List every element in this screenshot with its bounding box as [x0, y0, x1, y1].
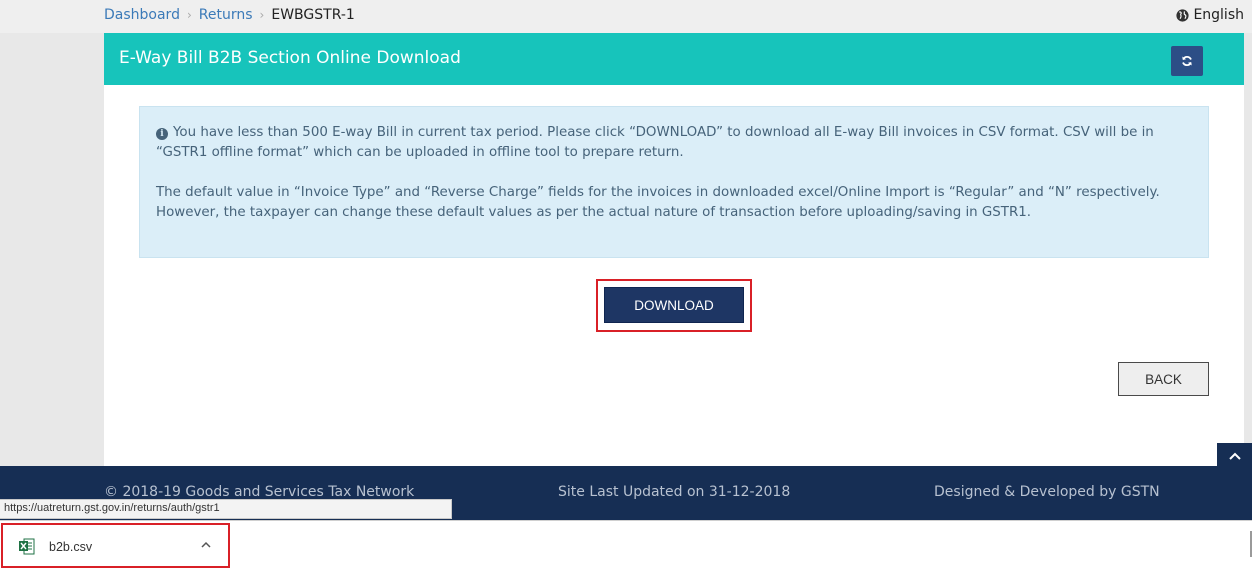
download-item[interactable]: b2b.csv [1, 523, 230, 568]
top-bar: Dashboard › Returns › EWBGSTR-1 English [0, 0, 1252, 33]
chevron-up-icon[interactable] [201, 541, 211, 548]
refresh-icon [1182, 55, 1192, 67]
download-panel: E-Way Bill B2B Section Online Download i… [104, 33, 1244, 466]
excel-file-icon [19, 538, 35, 555]
download-shelf: b2b.csv [0, 520, 1252, 568]
footer-last-updated: Site Last Updated on 31-12-2018 [558, 484, 791, 500]
breadcrumb-separator: › [186, 8, 192, 22]
info-text-1: You have less than 500 E-way Bill in cur… [156, 125, 1154, 160]
back-button[interactable]: BACK [1118, 362, 1209, 396]
language-selector[interactable]: English [1176, 7, 1244, 23]
breadcrumb-dashboard[interactable]: Dashboard [104, 7, 180, 23]
info-alert: i You have less than 500 E-way Bill in cu… [139, 106, 1209, 258]
language-label: English [1193, 7, 1244, 23]
breadcrumb-separator: › [259, 8, 265, 22]
panel-header: E-Way Bill B2B Section Online Download [104, 33, 1244, 85]
download-button[interactable]: DOWNLOAD [604, 287, 744, 323]
breadcrumb: Dashboard › Returns › EWBGSTR-1 [104, 7, 355, 23]
page: Dashboard › Returns › EWBGSTR-1 English … [0, 0, 1252, 568]
chevron-up-icon [1228, 452, 1241, 460]
info-icon: i [156, 128, 168, 140]
info-paragraph-1: i You have less than 500 E-way Bill in cu… [156, 123, 1192, 163]
refresh-button[interactable] [1171, 46, 1203, 76]
download-file-name: b2b.csv [49, 540, 93, 554]
scroll-to-top-button[interactable] [1217, 443, 1252, 468]
breadcrumb-returns[interactable]: Returns [199, 7, 253, 23]
footer-copyright: © 2018-19 Goods and Services Tax Network [104, 484, 415, 500]
panel-title: E-Way Bill B2B Section Online Download [119, 48, 461, 68]
info-paragraph-2: The default value in “Invoice Type” and … [156, 185, 1160, 220]
footer-developer: Designed & Developed by GSTN [934, 484, 1160, 500]
status-url-tooltip: https://uatreturn.gst.gov.in/returns/aut… [0, 499, 452, 519]
breadcrumb-current: EWBGSTR-1 [271, 7, 355, 23]
globe-icon [1176, 8, 1190, 22]
